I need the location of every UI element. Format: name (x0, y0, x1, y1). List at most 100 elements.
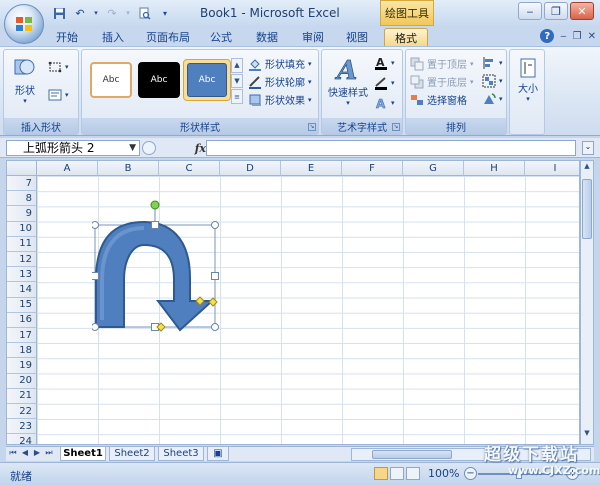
shape-styles-launcher-icon[interactable]: ↘ (308, 123, 316, 131)
scroll-down-icon[interactable]: ▼ (581, 429, 593, 443)
restore-button[interactable]: ❐ (544, 2, 568, 20)
row-header[interactable]: 7 (7, 176, 37, 192)
print-preview-icon[interactable] (135, 5, 153, 21)
shape-style-thumb-3-selected[interactable]: Abc (183, 59, 231, 101)
tab-format[interactable]: 格式 (384, 28, 428, 46)
normal-view-icon[interactable] (374, 467, 388, 480)
row-header[interactable]: 16 (7, 312, 37, 328)
undo-icon[interactable]: ↶ (71, 5, 89, 21)
last-sheet-icon[interactable]: ⏭ (44, 448, 54, 460)
shape-outline-button[interactable]: 形状轮廓 ▾ (248, 74, 312, 89)
send-to-back-button[interactable]: 置于底层 ▾ (410, 74, 474, 89)
formula-cancel-icon[interactable] (142, 141, 156, 155)
bring-to-front-button[interactable]: 置于顶层 ▾ (410, 56, 474, 71)
zoom-slider-knob[interactable] (516, 468, 522, 479)
rotation-handle[interactable] (150, 200, 160, 210)
shapes-button[interactable]: 形状 ▾ (10, 56, 40, 105)
tab-insert[interactable]: 插入 (96, 28, 130, 46)
up-arc-arrow-shape[interactable] (92, 200, 222, 334)
row-header[interactable]: 12 (7, 252, 37, 268)
vertical-scrollbar[interactable]: ▲ ▼ (580, 160, 594, 445)
shape-style-thumb-1[interactable]: Abc (90, 62, 132, 98)
adjust-handle-2[interactable] (208, 297, 218, 307)
column-header[interactable]: F (342, 161, 403, 176)
column-header[interactable]: I (525, 161, 579, 176)
redo-dropdown-icon[interactable]: ▾ (124, 5, 132, 21)
group-objects-button[interactable]: ▾ (482, 74, 503, 88)
row-header[interactable]: 24 (7, 434, 37, 444)
text-box-button[interactable]: ▾ (48, 88, 69, 102)
scroll-up-icon[interactable]: ▲ (581, 162, 593, 176)
name-box-dropdown-icon[interactable]: ▼ (129, 141, 136, 155)
zoom-out-icon[interactable]: − (464, 467, 477, 480)
customize-qat-icon[interactable]: ▾ (156, 5, 174, 21)
handle-right[interactable] (211, 272, 219, 280)
sheet-tab-3[interactable]: Sheet3 (158, 447, 204, 461)
minimize-button[interactable]: ‒ (518, 2, 542, 20)
handle-left[interactable] (92, 272, 99, 280)
gallery-more-icon[interactable]: ≡ (231, 89, 243, 105)
tab-view[interactable]: 视图 (340, 28, 374, 46)
insert-function-icon[interactable]: fx (195, 142, 206, 155)
insert-sheet-icon[interactable]: ▣ (207, 447, 229, 461)
edit-shape-button[interactable]: ▾ (48, 60, 69, 74)
row-header[interactable]: 13 (7, 267, 37, 283)
office-button[interactable] (4, 4, 44, 44)
horizontal-scrollbar[interactable] (351, 448, 591, 461)
text-effects-button[interactable]: A ▾ (374, 96, 395, 110)
tab-page-layout[interactable]: 页面布局 (142, 28, 194, 46)
wordart-launcher-icon[interactable]: ↘ (392, 123, 400, 131)
shape-fill-button[interactable]: 形状填充 ▾ (248, 56, 312, 71)
shape-effects-button[interactable]: 形状效果 ▾ (248, 92, 312, 107)
tab-formulas[interactable]: 公式 (204, 28, 238, 46)
row-header[interactable]: 17 (7, 328, 37, 344)
column-header[interactable]: E (281, 161, 342, 176)
handle-bottom-right[interactable] (211, 323, 219, 331)
formula-expand-icon[interactable]: ⌄ (582, 141, 594, 155)
column-header[interactable]: D (220, 161, 281, 176)
vertical-scroll-thumb[interactable] (582, 179, 592, 239)
first-sheet-icon[interactable]: ⏮ (8, 448, 18, 460)
zoom-in-icon[interactable]: + (566, 467, 579, 480)
zoom-level[interactable]: 100% (428, 467, 459, 480)
size-button[interactable]: 大小 ▾ (513, 56, 543, 103)
row-header[interactable]: 15 (7, 297, 37, 313)
column-header[interactable]: B (98, 161, 159, 176)
ribbon-restore-icon[interactable]: ❐ (573, 31, 582, 42)
row-header[interactable]: 22 (7, 404, 37, 420)
select-all-corner[interactable] (7, 161, 37, 176)
handle-bottom-left[interactable] (92, 323, 99, 331)
row-header[interactable]: 11 (7, 236, 37, 252)
sheet-tab-2[interactable]: Sheet2 (109, 447, 155, 461)
quick-styles-button[interactable]: A 快速样式 ▾ (326, 54, 370, 107)
sheet-tab-1[interactable]: Sheet1 (60, 447, 106, 461)
tab-home[interactable]: 开始 (50, 28, 84, 46)
row-header[interactable]: 21 (7, 388, 37, 404)
redo-icon[interactable]: ↷ (103, 5, 121, 21)
row-header[interactable]: 20 (7, 373, 37, 389)
column-header[interactable]: G (403, 161, 464, 176)
column-header[interactable]: H (464, 161, 525, 176)
ribbon-minimize-icon[interactable]: ‒ (560, 31, 566, 42)
handle-top[interactable] (151, 221, 159, 229)
tab-review[interactable]: 审阅 (296, 28, 330, 46)
row-header[interactable]: 8 (7, 191, 37, 207)
text-outline-button[interactable]: ▾ (374, 76, 395, 90)
row-header[interactable]: 23 (7, 419, 37, 435)
tab-data[interactable]: 数据 (250, 28, 284, 46)
workbook-close-icon[interactable]: ✕ (588, 31, 596, 42)
horizontal-scroll-thumb[interactable] (372, 450, 452, 459)
close-button[interactable]: ✕ (570, 2, 594, 20)
prev-sheet-icon[interactable]: ◀ (20, 448, 30, 460)
row-header[interactable]: 14 (7, 282, 37, 298)
row-header[interactable]: 18 (7, 343, 37, 359)
shape-style-thumb-2[interactable]: Abc (138, 62, 180, 98)
column-header[interactable]: C (159, 161, 220, 176)
row-header[interactable]: 10 (7, 221, 37, 237)
page-layout-view-icon[interactable] (390, 467, 404, 480)
gallery-down-icon[interactable]: ▼ (231, 73, 243, 89)
handle-top-right[interactable] (211, 221, 219, 229)
text-fill-button[interactable]: A ▾ (374, 56, 395, 70)
undo-dropdown-icon[interactable]: ▾ (92, 5, 100, 21)
save-icon[interactable] (50, 5, 68, 21)
